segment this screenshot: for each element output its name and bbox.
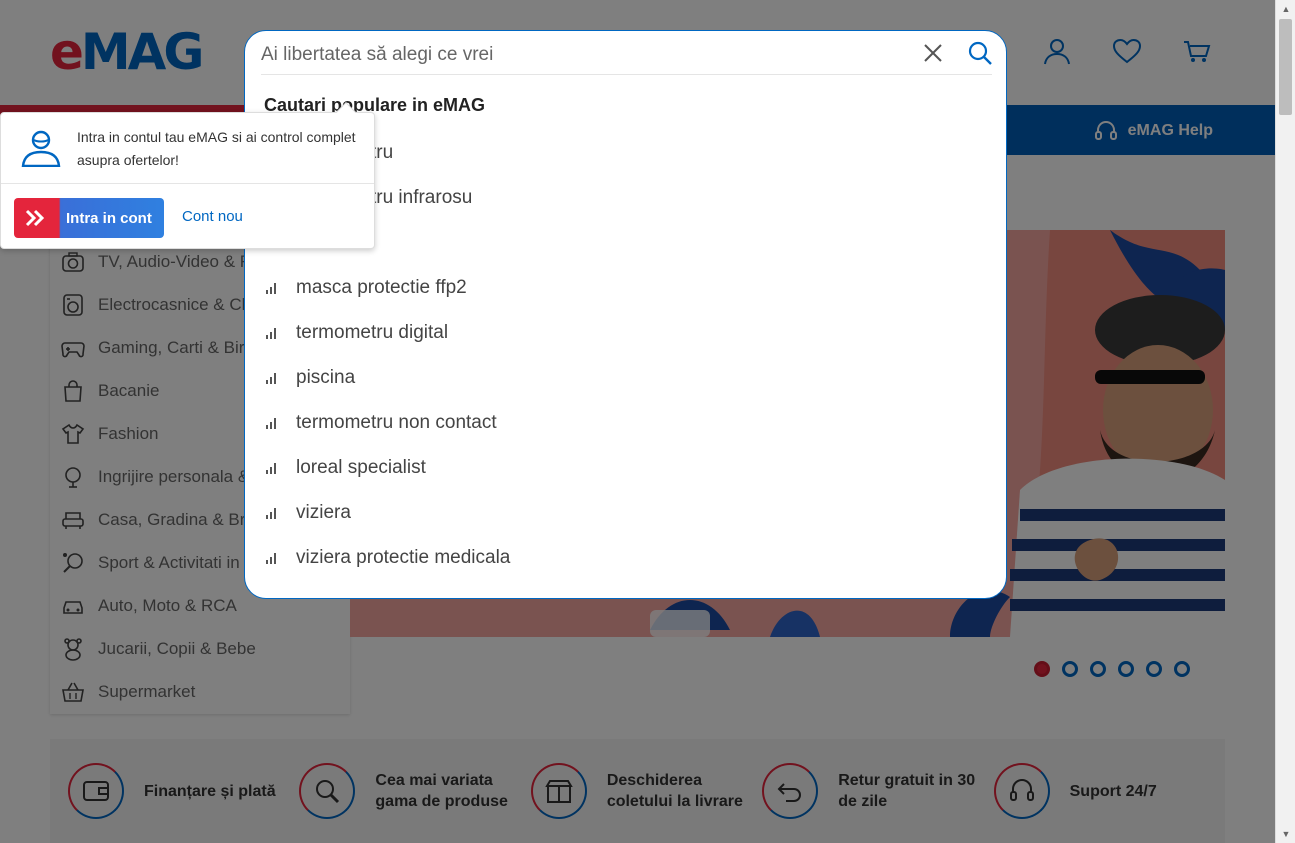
login-button[interactable]: Intra in cont: [14, 198, 164, 238]
trending-icon: [266, 508, 276, 519]
close-icon: [924, 44, 942, 62]
double-chevron-icon: [14, 209, 58, 227]
scroll-up-arrow[interactable]: ▲: [1276, 0, 1295, 18]
login-button-label: Intra in cont: [66, 209, 152, 227]
trending-icon: [266, 553, 276, 564]
login-message: Intra in contul tau eMAG si ai control c…: [77, 129, 356, 168]
search-submit-button[interactable]: [967, 40, 993, 66]
scrollbar[interactable]: ▲ ▼: [1275, 0, 1295, 843]
scroll-thumb[interactable]: [1279, 19, 1292, 115]
bag-icon: [64, 379, 82, 402]
user-icon: [21, 130, 61, 167]
suggestion-item[interactable]: viziera protectie medicala: [265, 535, 965, 580]
basket-icon: [62, 682, 84, 702]
suggestion-item[interactable]: termometru digital: [265, 310, 965, 355]
sidebar-item[interactable]: Jucarii, Copii & Bebe: [50, 627, 350, 670]
scroll-down-arrow[interactable]: ▼: [1276, 825, 1295, 843]
login-popup-header: Intra in contul tau eMAG si ai control c…: [1, 113, 374, 184]
trending-icon: [266, 328, 276, 339]
camera-icon: [62, 251, 84, 272]
search-input[interactable]: [261, 31, 901, 75]
sidebar-item[interactable]: Supermarket: [50, 670, 350, 713]
search-icon: [968, 41, 992, 65]
mirror-icon: [65, 466, 81, 488]
trending-icon: [266, 373, 276, 384]
car-icon: [63, 600, 83, 614]
armchair-icon: [62, 511, 84, 529]
suggestion-item[interactable]: masca protectie ffp2: [265, 265, 965, 310]
washer-icon: [63, 293, 83, 316]
racket-icon: [63, 552, 83, 573]
suggestion-item[interactable]: termometru non contact: [265, 400, 965, 445]
trending-icon: [266, 418, 276, 429]
clear-search-button[interactable]: [921, 41, 945, 65]
gamepad-icon: [61, 341, 85, 357]
teddy-bear-icon: [64, 637, 82, 661]
trending-icon: [266, 463, 276, 474]
suggestion-item[interactable]: piscina: [265, 355, 965, 400]
login-popup: Intra in contul tau eMAG si ai control c…: [0, 102, 375, 249]
suggestion-item[interactable]: loreal specialist: [265, 445, 965, 490]
new-account-link[interactable]: Cont nou: [182, 208, 243, 225]
trending-icon: [266, 283, 276, 294]
suggestion-item[interactable]: viziera: [265, 490, 965, 535]
search-bar: [261, 31, 992, 75]
tshirt-icon: [61, 423, 85, 444]
